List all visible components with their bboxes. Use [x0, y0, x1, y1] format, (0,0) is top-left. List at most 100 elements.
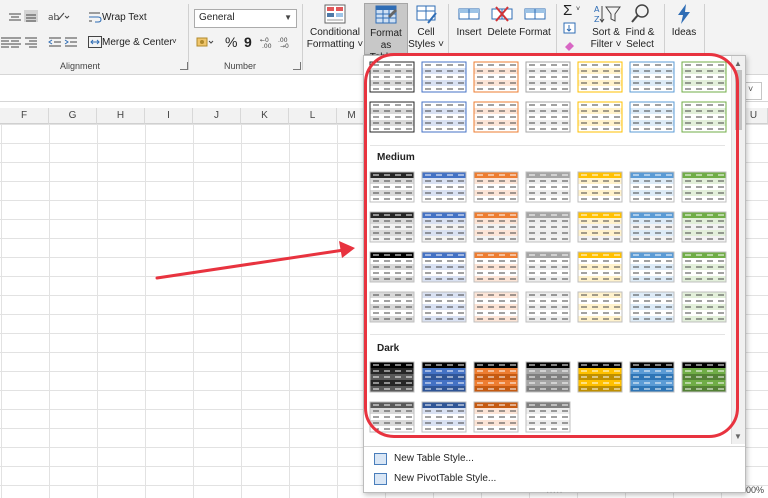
table-style-thumbnail[interactable] [629, 360, 675, 394]
accounting-format-icon[interactable] [196, 36, 214, 48]
find-select-button[interactable]: Find & Select ˅ [622, 3, 658, 62]
table-style-thumbnail[interactable] [629, 170, 675, 204]
table-style-thumbnail[interactable] [577, 60, 623, 94]
scroll-down-icon[interactable]: ▼ [734, 432, 742, 441]
table-style-thumbnail[interactable] [473, 100, 519, 134]
table-style-thumbnail[interactable] [681, 60, 727, 94]
increase-indent-icon[interactable] [64, 36, 78, 48]
new-pivot-style-item[interactable]: New PivotTable Style... [374, 470, 496, 488]
decrease-decimal-icon[interactable]: .00 →0 [278, 36, 292, 50]
decrease-indent-icon[interactable] [48, 36, 62, 48]
column-header-H[interactable]: H [97, 108, 145, 124]
table-style-thumbnail[interactable] [525, 360, 571, 394]
increase-decimal-icon[interactable]: ←0.00 [260, 36, 274, 50]
table-style-thumbnail[interactable] [577, 250, 623, 284]
resize-grip-icon[interactable]: ····· [546, 487, 563, 498]
table-style-thumbnail[interactable] [473, 250, 519, 284]
table-style-thumbnail[interactable] [473, 60, 519, 94]
format-as-table-button[interactable]: Format as Table ˅ [364, 3, 408, 63]
table-style-thumbnail[interactable] [369, 60, 415, 94]
table-style-thumbnail[interactable] [681, 360, 727, 394]
table-style-thumbnail[interactable] [473, 210, 519, 244]
align-right-icon[interactable] [24, 36, 38, 48]
table-style-thumbnail[interactable] [421, 400, 467, 434]
table-style-thumbnail[interactable] [681, 250, 727, 284]
column-header-K[interactable]: K [241, 108, 289, 124]
table-style-thumbnail[interactable] [473, 360, 519, 394]
table-style-thumbnail[interactable] [473, 400, 519, 434]
table-style-thumbnail[interactable] [525, 170, 571, 204]
table-style-thumbnail[interactable] [369, 400, 415, 434]
comma-style-button[interactable]: 9 [244, 34, 252, 50]
table-style-thumbnail[interactable] [577, 290, 623, 324]
wrap-text-icon[interactable] [88, 11, 102, 23]
merge-center-button[interactable]: Merge & Center [102, 37, 173, 48]
table-style-thumbnail[interactable] [473, 290, 519, 324]
scroll-thumb[interactable] [735, 70, 742, 130]
align-middle-icon[interactable] [8, 11, 22, 23]
clear-eraser-icon[interactable] [563, 39, 577, 51]
ideas-button[interactable]: Ideas [668, 3, 700, 57]
table-style-thumbnail[interactable] [681, 210, 727, 244]
table-style-thumbnail[interactable] [629, 290, 675, 324]
autosum-dropdown-icon[interactable]: ˅ [576, 6, 580, 13]
scroll-up-icon[interactable]: ▲ [734, 59, 742, 68]
table-style-thumbnail[interactable] [629, 100, 675, 134]
new-table-style-item[interactable]: New Table Style... [374, 450, 474, 468]
table-style-thumbnail[interactable] [369, 170, 415, 204]
table-style-thumbnail[interactable] [421, 100, 467, 134]
table-style-thumbnail[interactable] [629, 250, 675, 284]
table-style-thumbnail[interactable] [525, 400, 571, 434]
number-launcher-icon[interactable] [293, 62, 301, 70]
table-style-thumbnail[interactable] [629, 60, 675, 94]
table-style-thumbnail[interactable] [681, 290, 727, 324]
table-style-thumbnail[interactable] [421, 360, 467, 394]
orientation-icon[interactable]: ab [48, 10, 70, 23]
column-header-L[interactable]: L [289, 108, 337, 124]
insert-button[interactable]: Insert [452, 3, 486, 57]
table-style-thumbnail[interactable] [421, 250, 467, 284]
wrap-text-button[interactable]: Wrap Text [102, 12, 147, 23]
table-style-thumbnail[interactable] [577, 100, 623, 134]
align-bottom-icon[interactable] [24, 10, 38, 22]
sort-filter-button[interactable]: AZ Sort & Filter ˅ [588, 3, 624, 57]
conditional-formatting-button[interactable]: Conditional Formatting ˅ [306, 3, 364, 57]
table-style-thumbnail[interactable] [369, 100, 415, 134]
table-style-thumbnail[interactable] [369, 250, 415, 284]
percent-style-button[interactable]: % [225, 34, 237, 50]
alignment-launcher-icon[interactable] [180, 62, 188, 70]
align-center-icon[interactable] [8, 36, 22, 48]
column-header-G[interactable]: G [49, 108, 97, 124]
table-style-thumbnail[interactable] [629, 210, 675, 244]
table-style-thumbnail[interactable] [525, 210, 571, 244]
table-style-thumbnail[interactable] [369, 210, 415, 244]
table-style-thumbnail[interactable] [421, 210, 467, 244]
delete-button[interactable]: Delete [486, 3, 518, 57]
table-style-thumbnail[interactable] [525, 60, 571, 94]
table-style-thumbnail[interactable] [525, 100, 571, 134]
merge-center-icon[interactable] [88, 36, 102, 48]
table-style-thumbnail[interactable] [421, 170, 467, 204]
table-style-thumbnail[interactable] [473, 170, 519, 204]
table-style-thumbnail[interactable] [525, 290, 571, 324]
cell-styles-button[interactable]: Cell Styles ˅ [408, 3, 444, 57]
table-style-thumbnail[interactable] [369, 290, 415, 324]
fill-icon[interactable] [563, 22, 577, 34]
column-header-I[interactable]: I [145, 108, 193, 124]
table-style-thumbnail[interactable] [577, 170, 623, 204]
merge-dropdown-icon[interactable]: ˅ [172, 37, 177, 46]
table-style-thumbnail[interactable] [681, 100, 727, 134]
table-style-thumbnail[interactable] [525, 250, 571, 284]
format-button[interactable]: Format [518, 3, 552, 57]
table-style-thumbnail[interactable] [369, 360, 415, 394]
table-style-thumbnail[interactable] [681, 170, 727, 204]
number-format-select[interactable]: General ▼ [194, 9, 297, 28]
gallery-scrollbar[interactable]: ▲ ▼ [731, 56, 745, 444]
table-style-thumbnail[interactable] [577, 210, 623, 244]
column-header-J[interactable]: J [193, 108, 241, 124]
table-style-thumbnail[interactable] [421, 60, 467, 94]
table-style-thumbnail[interactable] [421, 290, 467, 324]
table-style-thumbnail[interactable] [577, 360, 623, 394]
column-header-F[interactable]: F [0, 108, 49, 124]
autosum-icon[interactable]: Σ [563, 2, 572, 19]
